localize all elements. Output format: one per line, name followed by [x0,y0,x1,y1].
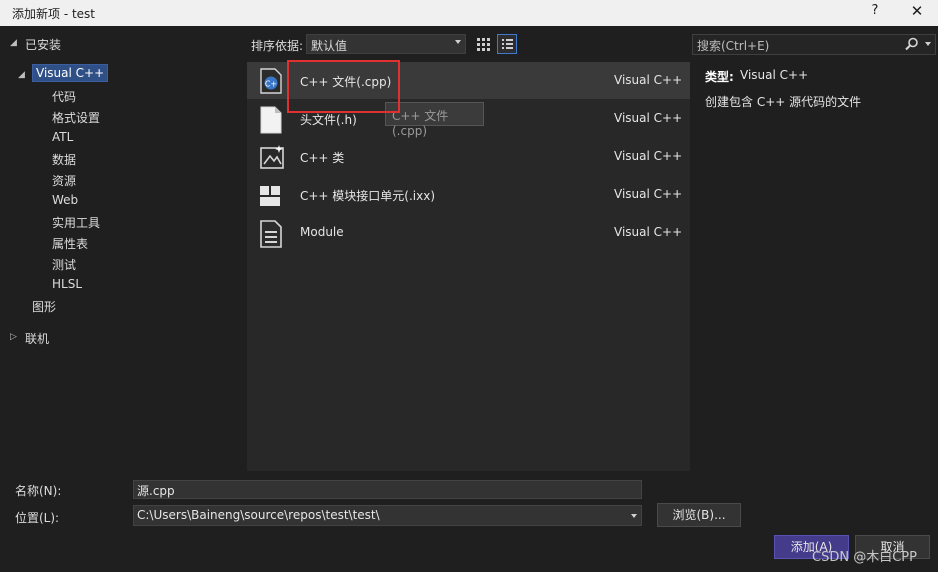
sort-label: 排序依据: [251,39,304,53]
search-icon[interactable] [905,37,919,51]
detail-type-label: 类型: [705,70,734,84]
template-language: Visual C++ [614,187,683,201]
sort-dropdown[interactable]: 默认值 [306,34,466,54]
template-row-cpp-class[interactable]: C++ 类 Visual C++ [247,138,690,175]
chevron-down-icon[interactable] [631,514,637,518]
expanded-arrow-icon[interactable]: ◢ [10,38,17,48]
cpp-file-icon: C+ [259,68,283,94]
watermark: CSDN @木白CPP [812,550,917,565]
highlight-annotation [287,60,400,113]
tree-item-data[interactable]: 数据 [52,151,76,168]
tree-item-web[interactable]: Web [52,193,78,207]
expanded-arrow-icon[interactable]: ◢ [18,70,25,80]
list-view-button[interactable] [497,34,517,54]
location-combobox[interactable]: C:\Users\Baineng\source\repos\test\test\ [133,505,642,526]
list-view-icon [502,39,513,49]
detail-type-value: Visual C++ [740,68,809,82]
tree-item-label: Visual C++ [32,64,109,82]
tree-item-online[interactable]: 联机 [25,330,49,347]
module-interface-icon [259,182,283,208]
name-field[interactable]: 源.cpp [133,480,642,499]
tree-item-code[interactable]: 代码 [52,88,76,105]
sort-value: 默认值 [311,39,348,53]
tree-item-formatting[interactable]: 格式设置 [52,109,100,126]
title-bar: 添加新项 - test ? ✕ [0,0,938,26]
template-language: Visual C++ [614,73,683,87]
detail-description: 创建包含 C++ 源代码的文件 [705,95,862,109]
module-def-file-icon [259,220,283,248]
cpp-class-icon [259,144,284,170]
tree-item-utility[interactable]: 实用工具 [52,214,100,231]
close-button[interactable]: ✕ [906,2,928,22]
grid-view-icon [477,38,490,51]
help-button[interactable]: ? [866,3,884,21]
category-tree: ◢ 已安装 ◢ Visual C++ 代码 格式设置 ATL 数据 资源 Web… [4,30,244,470]
tree-item-resource[interactable]: 资源 [52,172,76,189]
browse-button[interactable]: 浏览(B)... [657,503,741,527]
location-label: 位置(L): [15,511,60,525]
tree-item-property-sheets[interactable]: 属性表 [52,235,88,252]
location-value: C:\Users\Baineng\source\repos\test\test\ [137,508,380,522]
name-label: 名称(N): [15,484,62,498]
tree-item-test[interactable]: 测试 [52,256,76,273]
template-row-module-interface[interactable]: C++ 模块接口单元(.ixx) Visual C++ [247,176,690,213]
tree-item-installed[interactable]: 已安装 [25,36,61,53]
template-name: 头文件(.h) [300,113,357,127]
search-placeholder: 搜索(Ctrl+E) [697,39,770,53]
template-language: Visual C++ [614,111,683,125]
window-title: 添加新项 - test [12,7,96,21]
template-language: Visual C++ [614,149,683,163]
tree-item-atl[interactable]: ATL [52,130,73,144]
template-name: C++ 模块接口单元(.ixx) [300,189,436,203]
header-file-icon [259,106,283,134]
grid-view-button[interactable] [473,34,493,54]
template-row-module[interactable]: Module Visual C++ [247,214,690,251]
svg-text:C+: C+ [265,80,277,89]
chevron-down-icon [455,40,461,44]
template-name: Module [300,225,344,239]
collapsed-arrow-icon[interactable]: ▷ [10,332,17,342]
template-language: Visual C++ [614,225,683,239]
template-name: C++ 类 [300,151,345,165]
chevron-down-icon[interactable] [925,42,931,46]
tree-item-visual-cpp[interactable]: Visual C++ [32,64,109,82]
tree-item-graphics[interactable]: 图形 [32,298,56,315]
tree-item-hlsl[interactable]: HLSL [52,277,82,291]
search-input[interactable]: 搜索(Ctrl+E) [692,34,936,55]
